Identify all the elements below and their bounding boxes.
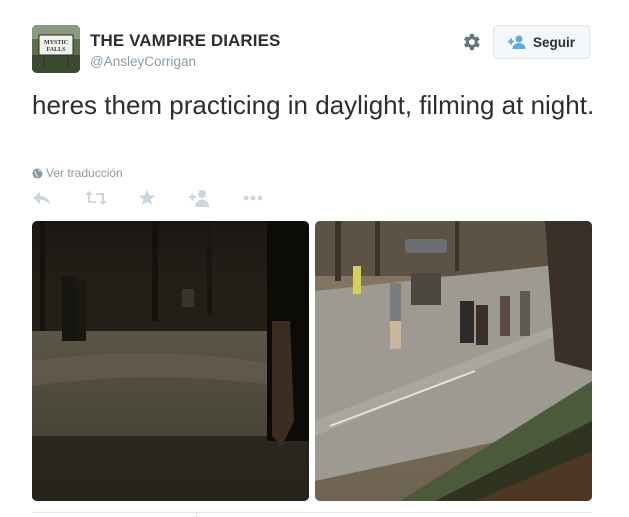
add-user-icon[interactable]	[189, 189, 211, 209]
favorite-icon[interactable]	[138, 189, 160, 209]
avatar[interactable]: MYSTIC FALLS	[32, 25, 80, 73]
translate-label: Ver traducción	[46, 166, 123, 180]
tweet-text: heres them practicing in daylight, filmi…	[32, 90, 595, 120]
retweet-icon[interactable]	[85, 189, 107, 209]
svg-text:FALLS: FALLS	[47, 47, 67, 53]
night-street-photo[interactable]	[32, 221, 309, 501]
svg-text:MYSTIC: MYSTIC	[44, 40, 68, 46]
follow-icon	[507, 35, 526, 49]
user-display-name[interactable]: THE VAMPIRE DIARIES	[90, 31, 281, 51]
daylight-street-photo[interactable]	[315, 221, 592, 501]
globe-icon	[32, 167, 43, 179]
follow-button[interactable]: Seguir	[493, 25, 590, 59]
translate-link[interactable]: Ver traducción	[32, 166, 123, 180]
divider	[196, 512, 197, 517]
reply-icon[interactable]	[32, 189, 54, 209]
divider	[32, 512, 592, 513]
gear-icon[interactable]	[460, 31, 482, 53]
follow-button-label: Seguir	[532, 34, 575, 50]
more-icon[interactable]	[242, 189, 264, 209]
user-handle[interactable]: @AnsleyCorrigan	[90, 54, 196, 69]
